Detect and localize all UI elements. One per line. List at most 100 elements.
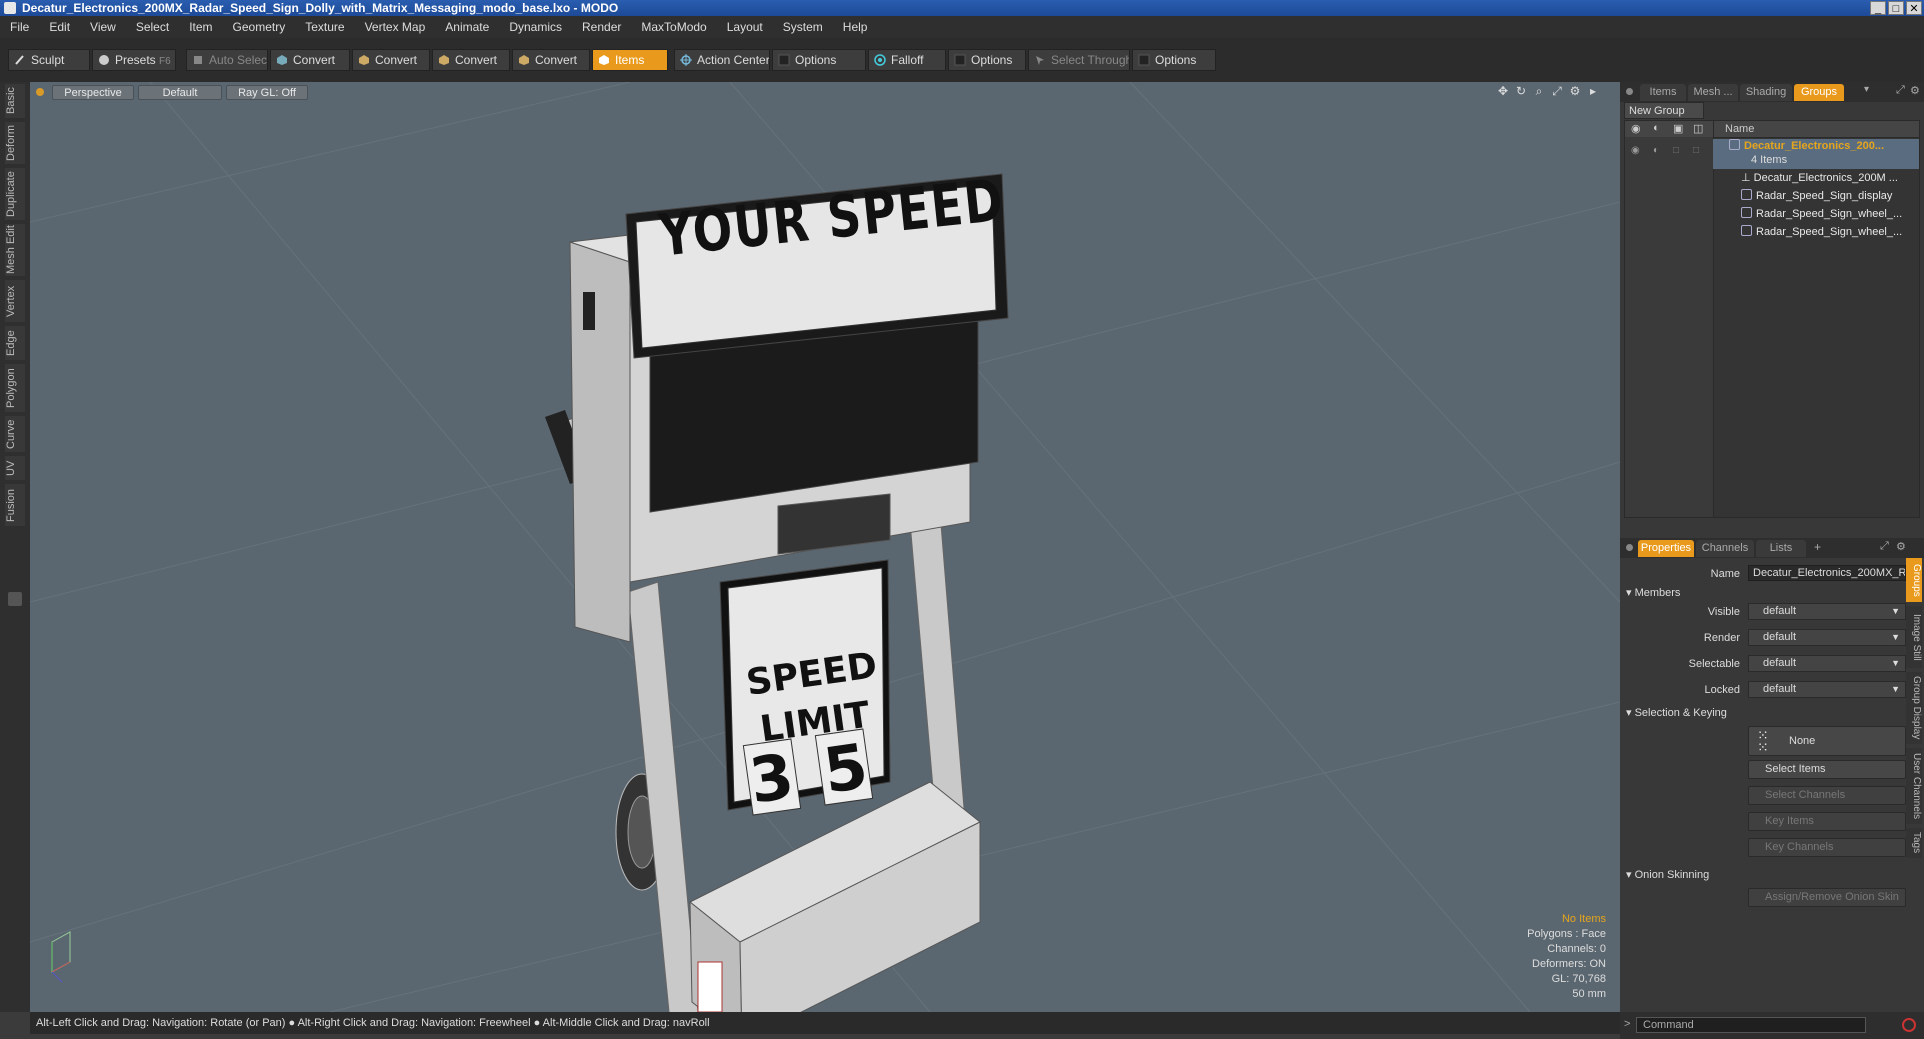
tab-uv[interactable]: UV: [5, 456, 25, 480]
gear-icon[interactable]: ⚙: [1896, 540, 1906, 553]
menu-help[interactable]: Help: [833, 20, 878, 34]
convert-button-1[interactable]: Convert: [270, 49, 350, 71]
select-channels-button[interactable]: Select Channels: [1748, 786, 1906, 805]
side-tab-user-channels[interactable]: User Channels: [1906, 748, 1922, 824]
side-tab-image-still[interactable]: Image Still: [1906, 606, 1922, 668]
tab-curve[interactable]: Curve: [5, 416, 25, 452]
render-dropdown[interactable]: default ▼: [1748, 629, 1906, 646]
selectable-dropdown[interactable]: default ▼: [1748, 655, 1906, 672]
presets-button[interactable]: Presets F6: [92, 49, 176, 71]
raygl-toggle[interactable]: Ray GL: Off: [226, 85, 308, 100]
menu-file[interactable]: File: [0, 20, 39, 34]
record-macro-icon[interactable]: [1902, 1018, 1916, 1032]
tab-mesh[interactable]: Mesh ...: [1688, 84, 1738, 101]
group-member-row[interactable]: Radar_Speed_Sign_display: [1713, 189, 1919, 204]
visible-dropdown[interactable]: default ▼: [1748, 603, 1906, 620]
tab-channels[interactable]: Channels: [1696, 540, 1754, 557]
key-channels-button[interactable]: Key Channels: [1748, 838, 1906, 857]
menu-item[interactable]: Item: [179, 20, 222, 34]
select-icon[interactable]: □: [1693, 145, 1699, 156]
3d-viewport[interactable]: YOUR SPEED SPEED LIMIT 3 5 Perspective D…: [30, 82, 1620, 1012]
tab-options-icon[interactable]: [8, 592, 22, 606]
viewport-menu-icon[interactable]: [36, 88, 44, 96]
new-group-button[interactable]: New Group: [1624, 102, 1704, 119]
menu-select[interactable]: Select: [126, 20, 179, 34]
select-icon[interactable]: ◫: [1693, 122, 1703, 135]
tab-edge[interactable]: Edge: [5, 326, 25, 360]
tab-groups[interactable]: Groups: [1794, 84, 1844, 101]
pan-icon[interactable]: ✥: [1496, 84, 1510, 98]
convert-button-3[interactable]: Convert: [432, 49, 510, 71]
tab-shading[interactable]: Shading: [1740, 84, 1792, 101]
close-button[interactable]: ✕: [1906, 1, 1922, 15]
group-row-selected[interactable]: Decatur_Electronics_200... 4 Items: [1713, 139, 1919, 169]
selection-keying-section[interactable]: ▾ Selection & Keying: [1626, 706, 1727, 719]
panel-menu-icon[interactable]: [1626, 88, 1633, 95]
menu-edit[interactable]: Edit: [39, 20, 80, 34]
view-type-button[interactable]: Perspective: [52, 85, 134, 100]
add-tab-button[interactable]: +: [1814, 540, 1821, 554]
options-button-2[interactable]: Options: [948, 49, 1026, 71]
group-name-field[interactable]: Decatur_Electronics_200MX_Rac: [1748, 565, 1906, 581]
menu-geometry[interactable]: Geometry: [223, 20, 296, 34]
menu-maxtomodo[interactable]: MaxToModo: [631, 20, 716, 34]
tab-mesh-edit[interactable]: Mesh Edit: [5, 224, 25, 276]
tab-fusion[interactable]: Fusion: [5, 484, 25, 526]
menu-layout[interactable]: Layout: [717, 20, 773, 34]
menu-dynamics[interactable]: Dynamics: [499, 20, 572, 34]
menu-system[interactable]: System: [773, 20, 833, 34]
members-section[interactable]: ▾ Members: [1626, 586, 1680, 599]
panel-menu-icon[interactable]: [1626, 544, 1633, 551]
lock-icon[interactable]: ▣: [1673, 122, 1683, 135]
maximize-button[interactable]: □: [1888, 1, 1904, 15]
tab-duplicate[interactable]: Duplicate: [5, 168, 25, 220]
items-mode-button[interactable]: Items: [592, 49, 668, 71]
assign-onion-skin-button[interactable]: Assign/Remove Onion Skin: [1748, 888, 1906, 907]
rotate-icon[interactable]: ↻: [1514, 84, 1528, 98]
minimize-button[interactable]: _: [1870, 1, 1886, 15]
group-member-row[interactable]: Radar_Speed_Sign_wheel_...: [1713, 225, 1919, 240]
tab-lists[interactable]: Lists: [1756, 540, 1806, 557]
render-icon[interactable]: ◐: [1653, 122, 1660, 134]
tab-properties[interactable]: Properties: [1638, 540, 1694, 557]
tabs-dropdown-icon[interactable]: ▾: [1864, 84, 1869, 95]
options-button-3[interactable]: Options: [1132, 49, 1216, 71]
tab-items[interactable]: Items: [1640, 84, 1686, 101]
chevron-right-icon[interactable]: ▸: [1586, 84, 1600, 98]
menu-vertex-map[interactable]: Vertex Map: [355, 20, 436, 34]
onion-skinning-section[interactable]: ▾ Onion Skinning: [1626, 868, 1709, 881]
locked-dropdown[interactable]: default ▼: [1748, 681, 1906, 698]
render-icon[interactable]: ◐: [1653, 145, 1659, 156]
group-member-row[interactable]: ⊥ Decatur_Electronics_200M ...: [1713, 171, 1919, 186]
tab-basic[interactable]: Basic: [5, 84, 25, 118]
sculpt-button[interactable]: Sculpt: [8, 49, 90, 71]
convert-button-2[interactable]: Convert: [352, 49, 430, 71]
side-tab-groups[interactable]: Groups: [1906, 558, 1922, 602]
fit-icon[interactable]: ⤢: [1550, 84, 1564, 98]
key-items-button[interactable]: Key Items: [1748, 812, 1906, 831]
gear-icon[interactable]: ⚙: [1568, 84, 1582, 98]
expand-icon[interactable]: ⤢: [1896, 84, 1905, 97]
menu-view[interactable]: View: [80, 20, 126, 34]
action-center-button[interactable]: Action Center: [674, 49, 770, 71]
tab-deform[interactable]: Deform: [5, 122, 25, 164]
side-tab-group-display[interactable]: Group Display: [1906, 672, 1922, 744]
eye-icon[interactable]: ◉: [1631, 122, 1641, 135]
options-button-1[interactable]: Options: [772, 49, 866, 71]
zoom-icon[interactable]: ⌕: [1532, 84, 1546, 98]
none-selection-button[interactable]: ⁙ ⁙ None: [1748, 726, 1906, 756]
tab-vertex[interactable]: Vertex: [5, 280, 25, 322]
menu-animate[interactable]: Animate: [435, 20, 499, 34]
tab-polygon[interactable]: Polygon: [5, 364, 25, 412]
gear-icon[interactable]: ⚙: [1910, 84, 1920, 97]
menu-texture[interactable]: Texture: [295, 20, 354, 34]
falloff-button[interactable]: Falloff: [868, 49, 946, 71]
expand-icon[interactable]: ⤢: [1880, 540, 1889, 553]
eye-icon[interactable]: ◉: [1631, 145, 1640, 156]
menu-render[interactable]: Render: [572, 20, 631, 34]
group-member-row[interactable]: Radar_Speed_Sign_wheel_...: [1713, 207, 1919, 222]
side-tab-tags[interactable]: Tags: [1906, 828, 1922, 858]
auto-select-button[interactable]: Auto Select: [186, 49, 268, 71]
select-items-button[interactable]: Select Items: [1748, 760, 1906, 779]
convert-button-4[interactable]: Convert: [512, 49, 590, 71]
